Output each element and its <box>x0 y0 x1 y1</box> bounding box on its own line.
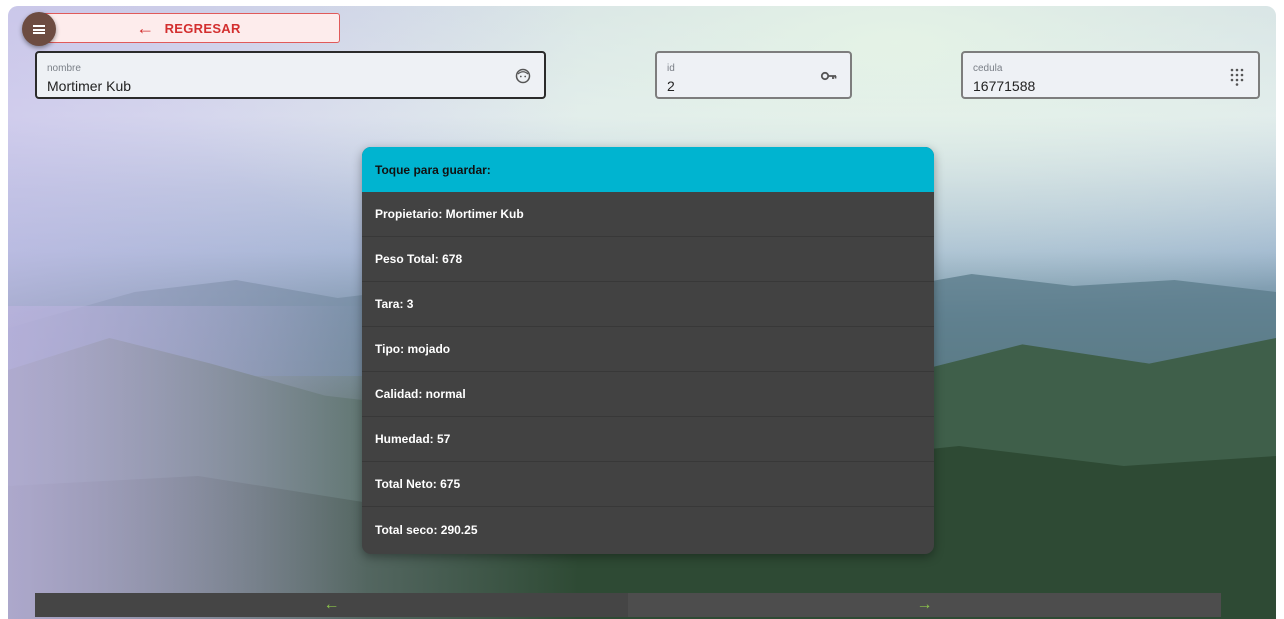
card-row-tipo: Tipo: mojado <box>362 327 934 372</box>
back-button-label: REGRESAR <box>164 20 241 36</box>
mist-overlay <box>8 306 368 619</box>
card-row-total-neto: Total Neto: 675 <box>362 462 934 507</box>
prev-button[interactable]: ← <box>35 593 628 617</box>
id-label: id <box>667 63 675 74</box>
bottom-nav: ← → <box>35 593 1221 617</box>
id-value[interactable]: 2 <box>667 78 675 94</box>
nombre-label: nombre <box>47 63 81 74</box>
key-icon <box>820 68 838 86</box>
card-row-calidad: Calidad: normal <box>362 372 934 417</box>
card-row-propietario: Propietario: Mortimer Kub <box>362 192 934 237</box>
cedula-field[interactable]: cedula 16771588 <box>961 51 1260 99</box>
back-button[interactable]: ← REGRESAR <box>37 13 340 43</box>
nombre-field[interactable]: nombre Mortimer Kub <box>35 51 546 99</box>
next-button[interactable]: → <box>628 593 1221 617</box>
cedula-value[interactable]: 16771588 <box>973 78 1035 94</box>
card-row-peso-total: Peso Total: 678 <box>362 237 934 282</box>
menu-icon <box>33 24 45 34</box>
arrow-left-icon: ← <box>136 17 155 38</box>
nombre-value[interactable]: Mortimer Kub <box>47 78 131 94</box>
card-row-humedad: Humedad: 57 <box>362 417 934 462</box>
arrow-left-icon: ← <box>323 596 340 613</box>
dialpad-icon <box>1228 68 1246 86</box>
id-field[interactable]: id 2 <box>655 51 852 99</box>
arrow-right-icon: → <box>916 596 933 613</box>
face-icon <box>514 68 532 86</box>
summary-card: Toque para guardar: Propietario: Mortime… <box>362 147 934 554</box>
menu-button[interactable] <box>22 12 56 46</box>
cedula-label: cedula <box>973 63 1003 74</box>
save-card-header[interactable]: Toque para guardar: <box>362 147 934 192</box>
card-row-tara: Tara: 3 <box>362 282 934 327</box>
card-row-total-seco: Total seco: 290.25 <box>375 522 478 537</box>
